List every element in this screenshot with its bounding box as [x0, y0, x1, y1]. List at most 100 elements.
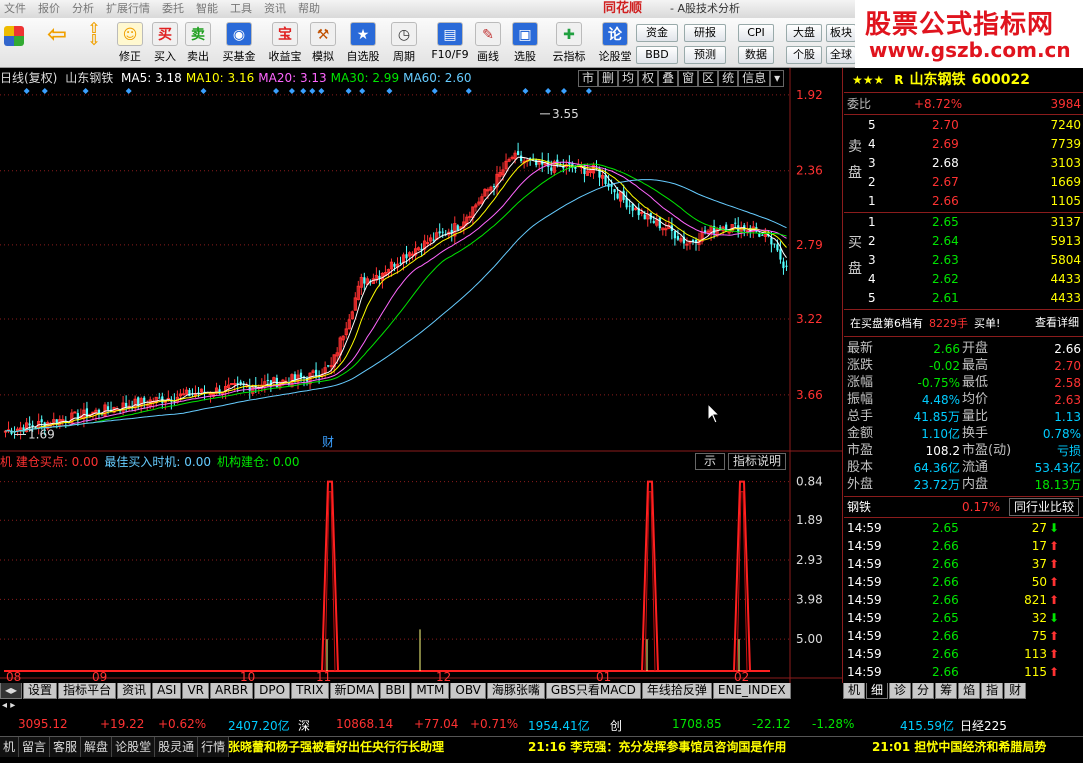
back-button[interactable]: ⇦: [40, 20, 74, 66]
news-tab[interactable]: 机: [0, 737, 20, 757]
indicator-tab[interactable]: BBI: [380, 683, 411, 699]
indicator-tab[interactable]: OBV: [450, 683, 486, 699]
x-tick-label: 09: [92, 670, 107, 683]
candle-body: [432, 239, 435, 241]
chart-tool-button[interactable]: 信息: [738, 70, 771, 87]
global-button[interactable]: 全球: [826, 46, 856, 64]
forecast-button[interactable]: 预测: [684, 46, 726, 64]
indicator-tip-button[interactable]: 示: [695, 453, 725, 470]
fund-button[interactable]: 资金: [636, 24, 678, 42]
view-detail-link[interactable]: 查看详细: [1035, 314, 1079, 332]
news-tab[interactable]: 客服: [50, 737, 82, 757]
research-button[interactable]: 研报: [684, 24, 726, 42]
chart-tool-button[interactable]: ▾: [770, 70, 785, 87]
toolbar-button-6[interactable]: ⚒ 模拟: [306, 20, 340, 66]
indicator-tab[interactable]: DPO: [254, 683, 291, 699]
toolbar-button-12[interactable]: ✚ 云指标: [548, 20, 590, 66]
toolbar-button-5[interactable]: 宝收益宝: [264, 20, 306, 66]
chart-tool-button[interactable]: 窗: [678, 70, 699, 87]
cpi-button[interactable]: CPI: [738, 24, 774, 42]
indicator-tab[interactable]: ENE_INDEX: [712, 683, 791, 699]
panel-tab[interactable]: 财: [1004, 683, 1027, 699]
chart-tool-button[interactable]: 区: [698, 70, 719, 87]
toolbar-button-4[interactable]: ◉ 买基金: [218, 20, 260, 66]
panel-tab[interactable]: 指: [981, 683, 1004, 699]
indicator-tab[interactable]: 资讯: [117, 683, 152, 699]
indicator-legend-item: 机构建仓: 0.00: [216, 455, 300, 469]
toolbar-button-9[interactable]: ▤ F10/F9: [429, 20, 471, 66]
color-grid-button[interactable]: [2, 20, 26, 66]
indicator-tab[interactable]: TRIX: [291, 683, 329, 699]
up-down-button[interactable]: ⇧ ⇩: [80, 20, 108, 66]
menu-item[interactable]: 资讯: [264, 0, 286, 18]
up-down-arrow-icon: ⇧ ⇩: [87, 19, 101, 49]
index-arrows-icon[interactable]: ◂ ▸: [2, 700, 15, 711]
candle-body: [438, 231, 441, 234]
menu-item[interactable]: 智能: [196, 0, 218, 18]
chart-tool-button[interactable]: 删: [598, 70, 619, 87]
toolbar-button-3[interactable]: 卖卖出: [181, 20, 215, 66]
chart-tool-button[interactable]: 权: [638, 70, 659, 87]
market-button[interactable]: 大盘: [786, 24, 822, 42]
news-headline[interactable]: 张晓蕾和杨子强被看好出任央行行长助理: [228, 737, 444, 757]
indicator-tab[interactable]: ARBR: [210, 683, 254, 699]
panel-tab[interactable]: 细: [866, 683, 889, 699]
toolbar-button-7[interactable]: ★ 自选股: [342, 20, 384, 66]
indicator-tab[interactable]: 年线拾反弹: [641, 683, 712, 699]
panel-tab[interactable]: 筹: [935, 683, 958, 699]
toolbar-button-10[interactable]: ✎ 画线: [471, 20, 505, 66]
menu-item[interactable]: 工具: [230, 0, 252, 18]
menu-item[interactable]: 分析: [72, 0, 94, 18]
logo-title: 股票公式指标网: [865, 10, 1055, 40]
menu-item[interactable]: 文件: [4, 0, 26, 18]
data-button[interactable]: 数据: [738, 46, 774, 64]
toolbar-button-1[interactable]: ☺ 修正: [113, 20, 147, 66]
menu-item[interactable]: 委托: [162, 0, 184, 18]
news-headline[interactable]: 21:01 担忧中国经济和希腊局势: [872, 737, 1046, 757]
panel-tab[interactable]: 机: [843, 683, 866, 699]
chart-tool-button[interactable]: 叠: [658, 70, 679, 87]
indicator-tab[interactable]: VR: [182, 683, 210, 699]
indicator-tab[interactable]: 海豚张嘴: [486, 683, 545, 699]
indicator-tab[interactable]: MTM: [411, 683, 450, 699]
tab-scroll-left[interactable]: ◂▸: [0, 683, 23, 699]
indicator-tab[interactable]: 新DMA: [329, 683, 380, 699]
bbd-button[interactable]: BBD: [636, 46, 678, 64]
news-headline[interactable]: 21:16 李克强：充分发挥参事馆员咨询国是作用: [528, 737, 786, 757]
news-tab[interactable]: 留言: [19, 737, 51, 757]
chart-tool-button[interactable]: 均: [618, 70, 639, 87]
indicator-tab[interactable]: ASI: [152, 683, 182, 699]
panel-tab[interactable]: 分: [912, 683, 935, 699]
menu-item[interactable]: 帮助: [298, 0, 320, 18]
chart-tool-button[interactable]: 市: [578, 70, 599, 87]
chart-tool-button[interactable]: 统: [718, 70, 739, 87]
news-tab[interactable]: 行情: [198, 737, 230, 757]
news-tab[interactable]: 股灵通: [155, 737, 199, 757]
news-tab[interactable]: 解盘: [81, 737, 113, 757]
main-chart-legend: 日线(复权) 山东钢铁 MA5: 3.18 MA10: 3.16 MA20: 3.1…: [0, 70, 600, 86]
kline-chart[interactable]: 3.66 3.22 2.79 2.36 1.92 3.55 1.69 财 5.00 3.98 2.9…: [0, 68, 843, 684]
stock-header: ★★★ R 山东钢铁 600022: [844, 71, 1083, 89]
candle-body: [327, 365, 330, 367]
chart-area[interactable]: 3.66 3.22 2.79 2.36 1.92 3.55 1.69 财 5.00 3.98 2.9…: [0, 68, 843, 684]
indicator-help-button[interactable]: 指标说明: [728, 453, 786, 470]
menu-item[interactable]: 扩展行情: [106, 0, 150, 18]
news-tab[interactable]: 论股堂: [112, 737, 156, 757]
indicator-tab[interactable]: 设置: [23, 683, 58, 699]
panel-tab[interactable]: 焰: [958, 683, 981, 699]
finance-marker[interactable]: 财: [322, 435, 334, 449]
sector-button[interactable]: 板块: [826, 24, 856, 42]
sector-compare-button[interactable]: 同行业比较: [1008, 498, 1079, 516]
menu-item[interactable]: 报价: [38, 0, 60, 18]
toolbar-button-2[interactable]: 买买入: [148, 20, 182, 66]
indicator-tab[interactable]: 指标平台: [58, 683, 117, 699]
stock-button[interactable]: 个股: [786, 46, 822, 64]
panel-tab[interactable]: 诊: [889, 683, 912, 699]
toolbar-button-8[interactable]: ◷ 周期: [387, 20, 421, 66]
candle-body: [613, 189, 616, 193]
stat-row: 市盈 108.2 市盈(动) 亏损: [847, 443, 1081, 458]
x-tick-label: 12: [436, 670, 451, 683]
toolbar-button-11[interactable]: ▣ 选股: [508, 20, 542, 66]
toolbar-button-13[interactable]: 论论股堂: [594, 20, 636, 66]
indicator-tab[interactable]: GBS只看MACD: [545, 683, 641, 699]
